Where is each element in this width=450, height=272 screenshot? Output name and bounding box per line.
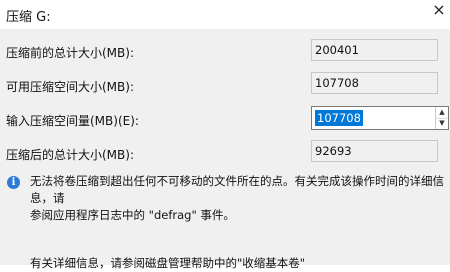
- shrink-amount-input[interactable]: 107708 ▲ ▼: [311, 106, 449, 130]
- total-before-label: 压缩前的总计大小(MB):: [6, 46, 134, 60]
- spin-buttons: ▲ ▼: [435, 107, 448, 129]
- spin-down-icon[interactable]: ▼: [436, 118, 448, 129]
- help-reference-text: 有关详细信息，请参阅磁盘管理帮助中的"收缩基本卷": [30, 256, 306, 270]
- info-message: 无法将卷压缩到超出任何不可移动的文件所在的点。有关完成该操作时间的详细信息，请 …: [30, 173, 450, 224]
- shrink-amount-label: 输入压缩空间量(MB)(E):: [6, 114, 139, 128]
- total-after-label: 压缩后的总计大小(MB):: [6, 148, 134, 162]
- window-title: 压缩 G:: [6, 10, 51, 25]
- available-space-label: 可用压缩空间大小(MB):: [6, 80, 134, 94]
- info-icon: i: [7, 176, 20, 189]
- title-bar: 压缩 G: ×: [0, 0, 450, 30]
- close-icon[interactable]: ×: [430, 0, 448, 20]
- info-message-line-2: 参阅应用程序日志中的 "defrag" 事件。: [30, 208, 235, 222]
- available-space-field: 107708: [311, 72, 438, 94]
- total-after-field: 92693: [311, 140, 438, 162]
- total-before-field: 200401: [311, 39, 438, 61]
- shrink-amount-value[interactable]: 107708: [315, 110, 363, 126]
- info-message-line-1: 无法将卷压缩到超出任何不可移动的文件所在的点。有关完成该操作时间的详细信息，请: [30, 174, 444, 205]
